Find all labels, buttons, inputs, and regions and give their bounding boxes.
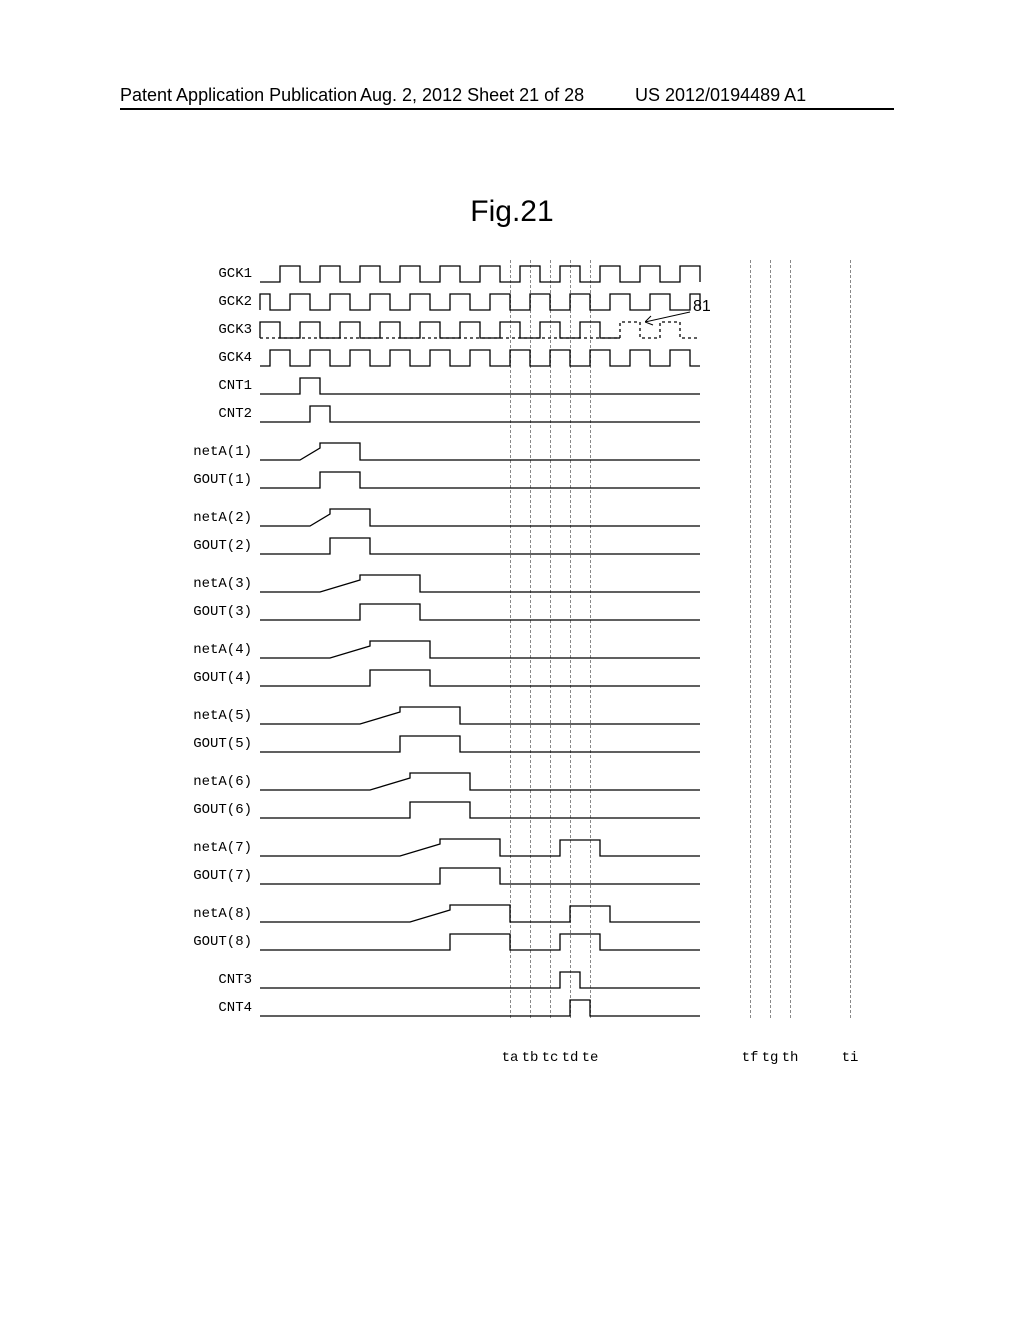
time-label: tc: [542, 1050, 559, 1066]
signal-row: netA(8): [190, 900, 730, 928]
signal-label: netA(5): [182, 708, 252, 724]
signal-label: GOUT(4): [182, 670, 252, 686]
time-label: ti: [842, 1050, 859, 1066]
signal-label: GCK3: [182, 322, 252, 338]
signal-row: GOUT(7): [190, 862, 730, 890]
signal-row: netA(7): [190, 834, 730, 862]
time-label: td: [562, 1050, 579, 1066]
time-guide: [850, 260, 851, 1018]
signal-row: GOUT(1): [190, 466, 730, 494]
callout-label: 81: [693, 298, 711, 316]
figure-title: Fig.21: [0, 195, 1024, 229]
signal-label: netA(8): [182, 906, 252, 922]
time-label: tg: [762, 1050, 779, 1066]
signal-label: CNT4: [182, 1000, 252, 1016]
header-center: Aug. 2, 2012 Sheet 21 of 28: [360, 85, 584, 106]
header-rule: [120, 108, 894, 110]
time-guide: [750, 260, 751, 1018]
signal-label: GOUT(6): [182, 802, 252, 818]
signal-label: GCK1: [182, 266, 252, 282]
signal-row: netA(4): [190, 636, 730, 664]
signal-label: netA(7): [182, 840, 252, 856]
signal-label: netA(1): [182, 444, 252, 460]
header-right: US 2012/0194489 A1: [635, 85, 806, 106]
signal-row: GOUT(2): [190, 532, 730, 560]
signal-label: GOUT(1): [182, 472, 252, 488]
time-guide: [790, 260, 791, 1018]
signal-label: netA(3): [182, 576, 252, 592]
signal-row: GCK1: [190, 260, 730, 288]
signal-row: GOUT(3): [190, 598, 730, 626]
signal-label: GCK2: [182, 294, 252, 310]
signal-label: GOUT(7): [182, 868, 252, 884]
time-label: th: [782, 1050, 799, 1066]
signal-label: netA(4): [182, 642, 252, 658]
signal-row: CNT4: [190, 994, 730, 1022]
time-label: tf: [742, 1050, 759, 1066]
signal-row: netA(6): [190, 768, 730, 796]
time-label: ta: [502, 1050, 519, 1066]
timing-diagram: tatbtctdtetftgthti GCK1GCK2GCK3GCK4CNT1C…: [190, 260, 730, 1022]
time-axis-labels: tatbtctdte tftgth ti: [450, 1050, 890, 1070]
signal-label: GCK4: [182, 350, 252, 366]
signal-label: netA(6): [182, 774, 252, 790]
signal-label: CNT3: [182, 972, 252, 988]
signal-row: GOUT(8): [190, 928, 730, 956]
time-guide: [770, 260, 771, 1018]
signal-label: CNT2: [182, 406, 252, 422]
signal-row: GOUT(5): [190, 730, 730, 758]
signal-row: GCK4: [190, 344, 730, 372]
header-left: Patent Application Publication: [120, 85, 357, 106]
signal-row: GOUT(6): [190, 796, 730, 824]
signal-label: CNT1: [182, 378, 252, 394]
signal-row: netA(5): [190, 702, 730, 730]
signal-row: netA(2): [190, 504, 730, 532]
signal-row: CNT3: [190, 966, 730, 994]
signal-label: GOUT(5): [182, 736, 252, 752]
signal-row: CNT2: [190, 400, 730, 428]
signal-label: netA(2): [182, 510, 252, 526]
signal-row: CNT1: [190, 372, 730, 400]
signal-label: GOUT(3): [182, 604, 252, 620]
signal-label: GOUT(8): [182, 934, 252, 950]
time-label: te: [582, 1050, 599, 1066]
signal-row: netA(1): [190, 438, 730, 466]
signal-label: GOUT(2): [182, 538, 252, 554]
signal-row: netA(3): [190, 570, 730, 598]
signal-row: GOUT(4): [190, 664, 730, 692]
time-label: tb: [522, 1050, 539, 1066]
